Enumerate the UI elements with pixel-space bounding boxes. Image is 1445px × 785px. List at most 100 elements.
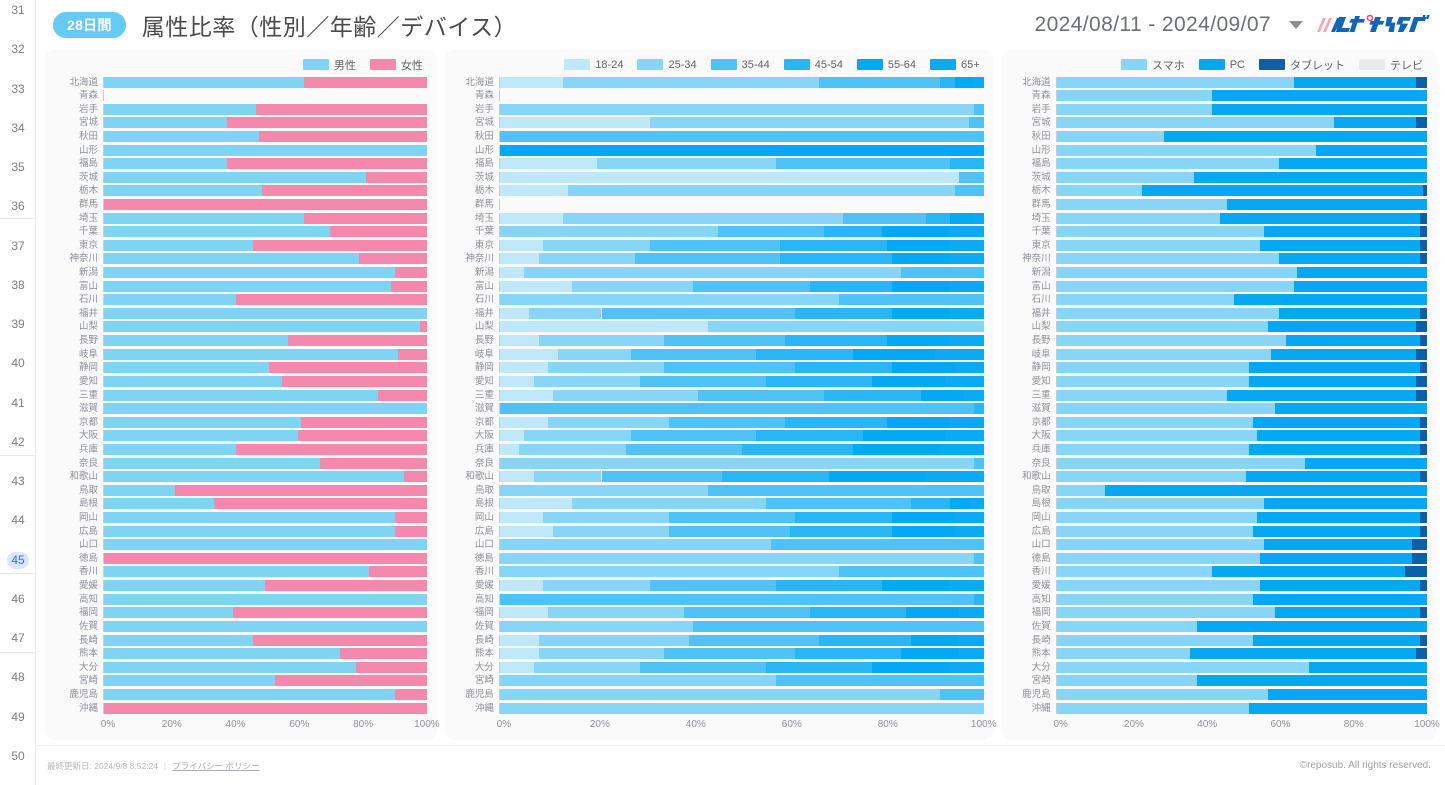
bar-segment-45-54[interactable] (722, 471, 829, 483)
stacked-bar[interactable] (1055, 103, 1427, 115)
chart-row[interactable]: 北海道 (1008, 75, 1427, 89)
bar-segment-35-44[interactable] (625, 443, 742, 455)
bar-segment-45-54[interactable] (780, 253, 892, 265)
bar-segment-タブレット[interactable] (1419, 226, 1427, 238)
bar-segment-35-44[interactable] (693, 280, 810, 292)
bar-segment-25-34[interactable] (499, 566, 839, 578)
stacked-bar[interactable] (103, 76, 427, 88)
bar-segment-男性[interactable] (104, 389, 379, 401)
bar-segment-18-24[interactable] (499, 171, 960, 183)
chart-row[interactable]: 宮城 (1008, 116, 1427, 130)
stacked-bar[interactable] (498, 661, 984, 673)
chart-row[interactable]: 福岡 (1008, 606, 1427, 620)
gutter-row-48[interactable]: 48 (0, 669, 36, 708)
stacked-bar[interactable] (1055, 430, 1427, 442)
bar-segment-18-24[interactable] (499, 307, 529, 319)
stacked-bar[interactable] (498, 117, 984, 129)
bar-segment-タブレット[interactable] (1419, 307, 1427, 319)
chart-row[interactable]: 北海道 (51, 75, 427, 89)
stacked-bar[interactable] (1055, 294, 1427, 306)
bar-segment-PC[interactable] (1275, 607, 1420, 619)
chart-row[interactable]: 埼玉 (451, 211, 984, 225)
bar-segment-45-54[interactable] (795, 362, 892, 374)
bar-segment-男性[interactable] (104, 471, 405, 483)
bar-segment-スマホ[interactable] (1056, 416, 1253, 428)
chart-row[interactable]: 群馬 (1008, 198, 1427, 212)
chart-row[interactable]: 山口 (51, 538, 427, 552)
bar-segment-男性[interactable] (104, 130, 259, 142)
bar-segment-18-24[interactable] (499, 348, 558, 360)
chart-row[interactable]: 宮崎 (1008, 674, 1427, 688)
bar-segment-女性[interactable] (175, 484, 427, 496)
stacked-bar[interactable] (103, 403, 427, 415)
chart-row[interactable]: 香川 (451, 565, 984, 579)
chart-row[interactable]: 北海道 (451, 75, 984, 89)
bar-segment-65+[interactable] (949, 580, 984, 592)
chart-row[interactable]: 栃木 (51, 184, 427, 198)
bar-segment-タブレット[interactable] (1419, 430, 1427, 442)
bar-segment-女性[interactable] (226, 158, 427, 170)
bar-segment-PC[interactable] (1278, 253, 1420, 265)
bar-segment-18-24[interactable] (499, 648, 539, 660)
bar-segment-PC[interactable] (1297, 267, 1427, 279)
chart-row[interactable]: 山梨 (1008, 320, 1427, 334)
bar-segment-35-44[interactable] (765, 498, 912, 510)
bar-segment-25-34[interactable] (567, 185, 955, 197)
bar-segment-18-24[interactable] (499, 335, 539, 347)
chart-row[interactable]: 三重 (451, 388, 984, 402)
bar-segment-PC[interactable] (1249, 702, 1427, 714)
stacked-bar[interactable] (103, 362, 427, 374)
bar-segment-スマホ[interactable] (1056, 593, 1253, 605)
chart-row[interactable]: 愛知 (51, 375, 427, 389)
bar-segment-45-54[interactable] (785, 416, 887, 428)
stacked-bar[interactable] (1055, 620, 1427, 632)
chart-row[interactable]: 奈良 (51, 456, 427, 470)
stacked-bar[interactable] (103, 443, 427, 455)
bar-segment-PC[interactable] (1256, 430, 1420, 442)
bar-segment-25-34[interactable] (538, 648, 665, 660)
gutter-row-33[interactable]: 33 (0, 81, 36, 120)
stacked-bar[interactable] (103, 702, 427, 714)
stacked-bar[interactable] (1055, 443, 1427, 455)
bar-segment-55-64[interactable] (901, 648, 960, 660)
stacked-bar[interactable] (103, 199, 427, 210)
bar-segment-タブレット[interactable] (1415, 321, 1427, 333)
chart-row[interactable]: 大阪 (451, 429, 984, 443)
bar-segment-45-54[interactable] (949, 158, 984, 170)
bar-segment-スマホ[interactable] (1056, 403, 1276, 415)
bar-segment-スマホ[interactable] (1056, 484, 1105, 496)
stacked-bar[interactable] (1055, 253, 1427, 265)
bar-segment-35-44[interactable] (630, 430, 757, 442)
bar-segment-女性[interactable] (330, 226, 427, 238)
bar-segment-スマホ[interactable] (1056, 348, 1272, 360)
stacked-bar[interactable] (498, 185, 984, 197)
bar-segment-タブレット[interactable] (1415, 648, 1427, 660)
bar-segment-35-44[interactable] (499, 593, 974, 605)
chart-row[interactable]: 山梨 (51, 320, 427, 334)
bar-segment-女性[interactable] (339, 648, 427, 660)
chart-row[interactable]: 滋賀 (51, 402, 427, 416)
bar-segment-55-64[interactable] (862, 430, 945, 442)
stacked-bar[interactable] (498, 539, 984, 551)
chart-row[interactable]: 山口 (451, 538, 984, 552)
bar-segment-タブレット[interactable] (1419, 362, 1427, 374)
bar-segment-35-44[interactable] (649, 239, 781, 251)
bar-segment-35-44[interactable] (640, 661, 766, 673)
chart-row[interactable]: 広島 (51, 524, 427, 538)
bar-segment-25-34[interactable] (499, 688, 941, 700)
stacked-bar[interactable] (498, 552, 984, 564)
bar-segment-25-34[interactable] (572, 280, 694, 292)
chart-row[interactable]: 神奈川 (451, 252, 984, 266)
bar-segment-55-64[interactable] (853, 348, 936, 360)
bar-segment-男性[interactable] (104, 103, 256, 115)
chevron-down-icon[interactable] (1289, 21, 1303, 29)
stacked-bar[interactable] (103, 294, 427, 306)
bar-segment-女性[interactable] (262, 185, 427, 197)
stacked-bar[interactable] (1055, 648, 1427, 660)
bar-segment-65+[interactable] (949, 226, 984, 238)
bar-segment-男性[interactable] (104, 253, 360, 265)
legend-item-age-4[interactable]: 55-64 (856, 59, 916, 71)
bar-segment-PC[interactable] (1252, 593, 1427, 605)
chart-row[interactable]: 徳島 (51, 552, 427, 566)
bar-segment-35-44[interactable] (693, 620, 984, 632)
